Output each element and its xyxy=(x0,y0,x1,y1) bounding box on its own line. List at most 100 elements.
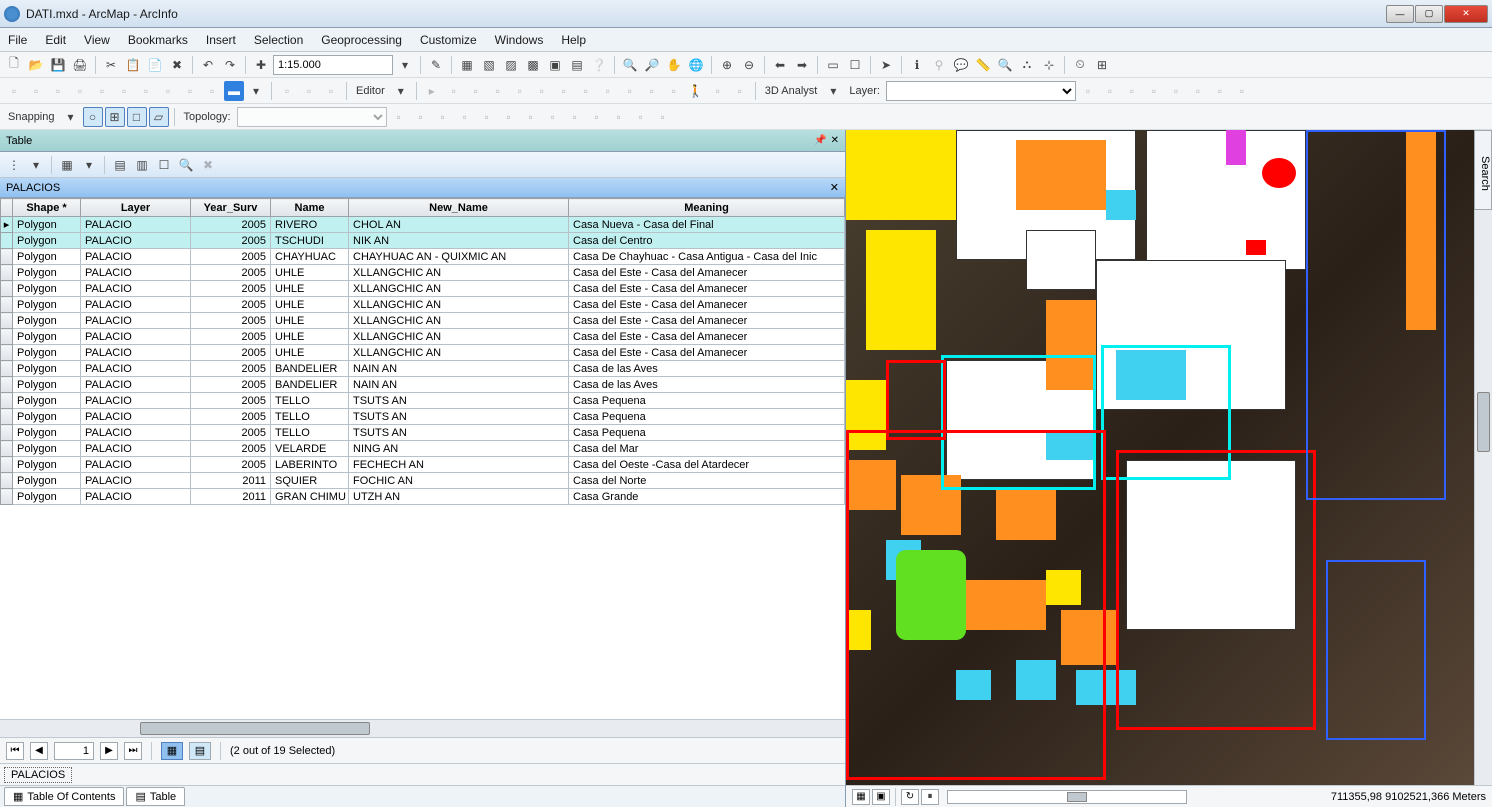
html-popup-icon[interactable]: 💬 xyxy=(951,55,971,75)
snapping-dropdown-icon[interactable]: ▾ xyxy=(61,107,81,127)
save-icon[interactable]: 💾 xyxy=(48,55,68,75)
redo-icon[interactable]: ↷ xyxy=(220,55,240,75)
zoom-out-icon[interactable]: 🔎 xyxy=(642,55,662,75)
snap-grid-icon[interactable]: ⊞ xyxy=(105,107,125,127)
minimize-button[interactable]: — xyxy=(1386,5,1414,23)
menu-file[interactable]: File xyxy=(8,33,27,47)
delete-icon[interactable]: ✖ xyxy=(167,55,187,75)
menu-windows[interactable]: Windows xyxy=(495,33,544,47)
show-selected-toggle[interactable]: ▤ xyxy=(189,742,211,760)
tool-dropdown-icon[interactable]: ▾ xyxy=(246,81,266,101)
col-year[interactable]: Year_Surv xyxy=(191,199,271,217)
table-row[interactable]: PolygonPALACIO2005UHLEXLLANGCHIC ANCasa … xyxy=(1,329,845,345)
snap-square-icon[interactable]: □ xyxy=(127,107,147,127)
col-layer[interactable]: Layer xyxy=(81,199,191,217)
analyst-dropdown-icon[interactable]: ▾ xyxy=(823,81,843,101)
grid-hscroll[interactable] xyxy=(0,719,845,737)
pause-drawing-button[interactable]: ⏸ xyxy=(921,789,939,805)
snap-edge-icon[interactable]: ▱ xyxy=(149,107,169,127)
find-route-icon[interactable]: ⛬ xyxy=(1017,55,1037,75)
fixed-zoom-in-icon[interactable]: ⊕ xyxy=(717,55,737,75)
analyst-label[interactable]: 3D Analyst xyxy=(765,85,818,97)
table-row[interactable]: PolygonPALACIO2005BANDELIERNAIN ANCasa d… xyxy=(1,377,845,393)
map-scale-input[interactable] xyxy=(273,55,393,75)
close-button[interactable]: ✕ xyxy=(1444,5,1488,23)
open-icon[interactable]: 📂 xyxy=(26,55,46,75)
table-options-dropdown-icon[interactable]: ▾ xyxy=(26,155,46,175)
measure-icon[interactable]: 📏 xyxy=(973,55,993,75)
back-icon[interactable]: ⬅ xyxy=(770,55,790,75)
prev-record-button[interactable]: ◀ xyxy=(30,742,48,760)
menu-edit[interactable]: Edit xyxy=(45,33,66,47)
menu-customize[interactable]: Customize xyxy=(420,33,477,47)
data-view-button[interactable]: ▦ xyxy=(852,789,870,805)
menu-help[interactable]: Help xyxy=(561,33,586,47)
editor-dropdown-icon[interactable]: ▾ xyxy=(391,81,411,101)
undo-icon[interactable]: ↶ xyxy=(198,55,218,75)
menu-geoprocessing[interactable]: Geoprocessing xyxy=(321,33,402,47)
table-row[interactable]: PolygonPALACIO2011SQUIERFOCHIC ANCasa de… xyxy=(1,473,845,489)
first-record-button[interactable]: ⏮ xyxy=(6,742,24,760)
table-row[interactable]: PolygonPALACIO2005TSCHUDINIK ANCasa del … xyxy=(1,233,845,249)
table-row[interactable]: PolygonPALACIO2005UHLEXLLANGCHIC ANCasa … xyxy=(1,265,845,281)
catalog-icon[interactable]: ▧ xyxy=(479,55,499,75)
identify-icon[interactable]: ℹ xyxy=(907,55,927,75)
pan-icon[interactable]: ✋ xyxy=(664,55,684,75)
editor-toolbar-icon[interactable]: ✎ xyxy=(426,55,446,75)
map-canvas[interactable] xyxy=(846,130,1474,785)
last-record-button[interactable]: ⏭ xyxy=(124,742,142,760)
map-vscroll[interactable] xyxy=(1474,130,1492,785)
find-icon[interactable]: 🔍 xyxy=(995,55,1015,75)
table-row[interactable]: ▸PolygonPALACIO2005RIVEROCHOL ANCasa Nue… xyxy=(1,217,845,233)
fixed-zoom-out-icon[interactable]: ⊖ xyxy=(739,55,759,75)
zoom-in-icon[interactable]: 🔍 xyxy=(620,55,640,75)
search-tab[interactable]: Search xyxy=(1474,130,1492,210)
menu-selection[interactable]: Selection xyxy=(254,33,303,47)
forward-icon[interactable]: ➡ xyxy=(792,55,812,75)
walk-icon[interactable]: 🚶 xyxy=(686,81,706,101)
time-slider-icon[interactable]: ⏲ xyxy=(1070,55,1090,75)
active-tool-icon[interactable]: ▬ xyxy=(224,81,244,101)
topology-dropdown[interactable] xyxy=(237,107,387,127)
col-shape[interactable]: Shape * xyxy=(13,199,81,217)
layer-dropdown[interactable] xyxy=(886,81,1076,101)
record-position-input[interactable] xyxy=(54,742,94,760)
next-record-button[interactable]: ▶ xyxy=(100,742,118,760)
select-elements-icon[interactable]: ➤ xyxy=(876,55,896,75)
close-table-icon[interactable]: ✕ xyxy=(830,181,839,194)
layer-tab[interactable]: PALACIOS xyxy=(4,767,72,783)
col-newname[interactable]: New_Name xyxy=(349,199,569,217)
new-icon[interactable]: 🗋 xyxy=(4,55,24,75)
select-by-attr-icon[interactable]: ▤ xyxy=(110,155,130,175)
menu-view[interactable]: View xyxy=(84,33,110,47)
copy-icon[interactable]: 📋 xyxy=(123,55,143,75)
snapping-label[interactable]: Snapping xyxy=(8,111,55,123)
table-row[interactable]: PolygonPALACIO2005VELARDENING ANCasa del… xyxy=(1,441,845,457)
layout-view-button[interactable]: ▣ xyxy=(872,789,890,805)
table-row[interactable]: PolygonPALACIO2005LABERINTOFECHECH ANCas… xyxy=(1,457,845,473)
table-row[interactable]: PolygonPALACIO2005TELLOTSUTS ANCasa Pequ… xyxy=(1,425,845,441)
viewer-icon[interactable]: ⊞ xyxy=(1092,55,1112,75)
editor-label[interactable]: Editor xyxy=(356,85,385,97)
python-icon[interactable]: ▣ xyxy=(545,55,565,75)
show-all-toggle[interactable]: ▦ xyxy=(161,742,183,760)
attribute-grid[interactable]: Shape * Layer Year_Surv Name New_Name Me… xyxy=(0,198,845,719)
clear-selection-table-icon[interactable]: ☐ xyxy=(154,155,174,175)
paste-icon[interactable]: 📄 xyxy=(145,55,165,75)
refresh-button[interactable]: ↻ xyxy=(901,789,919,805)
table-row[interactable]: PolygonPALACIO2005CHAYHUACCHAYHUAC AN - … xyxy=(1,249,845,265)
table-row[interactable]: PolygonPALACIO2005BANDELIERNAIN ANCasa d… xyxy=(1,361,845,377)
table-row[interactable]: PolygonPALACIO2005UHLEXLLANGCHIC ANCasa … xyxy=(1,313,845,329)
table-row[interactable]: PolygonPALACIO2005UHLEXLLANGCHIC ANCasa … xyxy=(1,281,845,297)
table-row[interactable]: PolygonPALACIO2011GRAN CHIMUUTZH ANCasa … xyxy=(1,489,845,505)
table-row[interactable]: PolygonPALACIO2005TELLOTSUTS ANCasa Pequ… xyxy=(1,409,845,425)
scale-dropdown-icon[interactable]: ▾ xyxy=(395,55,415,75)
switch-selection-icon[interactable]: ▥ xyxy=(132,155,152,175)
add-data-icon[interactable]: ✚ xyxy=(251,55,271,75)
col-meaning[interactable]: Meaning xyxy=(569,199,845,217)
col-name[interactable]: Name xyxy=(271,199,349,217)
table-row[interactable]: PolygonPALACIO2005TELLOTSUTS ANCasa Pequ… xyxy=(1,393,845,409)
maximize-button[interactable]: ▢ xyxy=(1415,5,1443,23)
pin-icon[interactable]: 📌 xyxy=(814,135,826,146)
modelbuilder-icon[interactable]: ▤ xyxy=(567,55,587,75)
